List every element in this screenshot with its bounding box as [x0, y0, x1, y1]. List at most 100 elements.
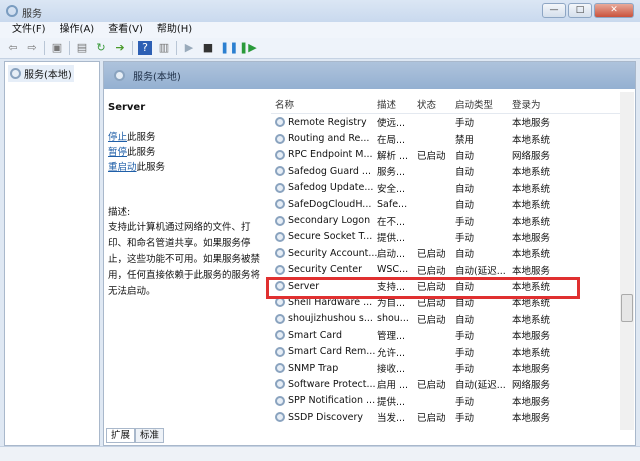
table-row[interactable]: Shell Hardware ... 为自... 已启动 自动 本地系统	[271, 294, 623, 310]
cell: 本地系统	[512, 134, 551, 146]
pause-service-link[interactable]: 暂停	[108, 147, 127, 158]
cell: 本地服务	[512, 118, 551, 130]
description-label: 描述:	[108, 207, 131, 218]
cell: 已启动	[417, 282, 446, 294]
cell: 已启动	[417, 298, 446, 310]
cell: 自动	[455, 167, 475, 179]
cell: 允许...	[377, 347, 406, 359]
service-icon	[275, 379, 285, 390]
cell: 自动	[455, 183, 475, 195]
cell: 手动	[455, 413, 475, 425]
table-row[interactable]: Smart Card 管理... 手动 本地服务	[271, 327, 623, 343]
cell: 为自...	[377, 298, 406, 310]
help-icon[interactable]: ?	[138, 41, 152, 55]
stop-service-link[interactable]: 停止	[108, 132, 127, 143]
tab-extended[interactable]: 扩展	[106, 428, 136, 443]
menu-help[interactable]: 帮助(H)	[157, 22, 192, 38]
column-name[interactable]: 名称	[271, 97, 377, 111]
cell: 手动	[455, 216, 475, 228]
table-row[interactable]: Software Protect... 启用 ... 已启动 自动(延迟... 网络服务	[271, 376, 623, 392]
column-description[interactable]: 描述	[377, 97, 417, 111]
table-row[interactable]: shoujizhushou s... shou... 已启动 自动 本地系统	[271, 311, 623, 327]
cell-name: Secure Socket T...	[271, 231, 377, 242]
close-button[interactable]: ✕	[594, 3, 634, 18]
service-icon	[275, 182, 285, 193]
cell: 使远...	[377, 118, 406, 130]
column-startup-type[interactable]: 启动类型	[455, 97, 512, 111]
service-name: Software Protect...	[288, 378, 376, 390]
tab-standard[interactable]: 标准	[135, 428, 165, 443]
maximize-button[interactable]: □	[568, 3, 592, 18]
cell-name: Shell Hardware ...	[271, 297, 377, 308]
tree-item-label: 服务(本地)	[24, 70, 72, 81]
refresh-icon[interactable]: ↻	[94, 41, 108, 55]
table-row[interactable]: Safedog Update... 安全... 自动 本地系统	[271, 180, 623, 196]
export-icon[interactable]: ➔	[113, 41, 127, 55]
cell: WSC...	[377, 264, 409, 276]
forward-icon[interactable]: ⇨	[25, 41, 39, 55]
restart-service-link[interactable]: 重启动	[108, 162, 137, 173]
tree-item-services-local[interactable]: 服务(本地)	[8, 65, 74, 82]
menu-bar: 文件(F) 操作(A) 查看(V) 帮助(H)	[0, 22, 640, 38]
cell: Safe...	[377, 198, 408, 210]
panel-title: 服务(本地)	[133, 72, 181, 83]
service-name: Smart Card	[288, 329, 342, 341]
table-row[interactable]: SNMP Trap 接收... 手动 本地服务	[271, 360, 623, 376]
cell: 已启动	[417, 249, 446, 261]
table-row[interactable]: Remote Registry 使远... 手动 本地服务	[271, 114, 623, 130]
service-name: SNMP Trap	[288, 362, 339, 374]
table-row[interactable]: Routing and Re... 在局... 禁用 本地系统	[271, 130, 623, 146]
back-icon[interactable]: ⇦	[6, 41, 20, 55]
scrollbar-thumb[interactable]	[621, 294, 633, 322]
console-tree-icon[interactable]: ▣	[50, 41, 64, 55]
cell: 本地系统	[512, 314, 551, 326]
properties-icon[interactable]: ▤	[75, 41, 89, 55]
table-row[interactable]: Safedog Guard ... 服务... 自动 本地系统	[271, 163, 623, 179]
pause-icon[interactable]: ❚❚	[220, 41, 238, 55]
restart-icon[interactable]: ❚▶	[239, 41, 257, 55]
column-log-on-as[interactable]: 登录为	[512, 97, 582, 111]
cell: 已启动	[417, 413, 446, 425]
cell: 网络服务	[512, 380, 551, 392]
service-icon	[275, 199, 285, 210]
cell: 本地服务	[512, 265, 551, 277]
view-icon[interactable]: ▥	[157, 41, 171, 55]
vertical-scrollbar[interactable]	[620, 92, 634, 430]
service-name: Security Center	[288, 264, 363, 276]
menu-file[interactable]: 文件(F)	[12, 22, 46, 38]
table-row[interactable]: Secure Socket T... 提供... 手动 本地服务	[271, 229, 623, 245]
cell: 已启动	[417, 314, 446, 326]
service-name: Server	[288, 280, 320, 292]
service-name: Secondary Logon	[288, 215, 371, 227]
services-icon	[114, 70, 125, 81]
minimize-button[interactable]: —	[542, 3, 566, 18]
table-row[interactable]: RPC Endpoint M... 解析 ... 已启动 自动 网络服务	[271, 147, 623, 163]
cell: shou...	[377, 313, 409, 325]
stop-icon[interactable]: ■	[201, 41, 215, 55]
cell-name: Remote Registry	[271, 117, 377, 128]
column-status[interactable]: 状态	[417, 97, 455, 111]
start-icon[interactable]: ▶	[182, 41, 196, 55]
description-text: 支持此计算机通过网络的文件、打印、和命名管道共享。如果服务停止，这些功能不可用。…	[108, 222, 261, 297]
table-row[interactable]: Server 支持... 已启动 自动 本地系统	[271, 278, 623, 294]
cell: 网络服务	[512, 150, 551, 162]
table-row[interactable]: SPP Notification ... 提供... 手动 本地服务	[271, 393, 623, 409]
table-row[interactable]: Security Center WSC... 已启动 自动(延迟... 本地服务	[271, 262, 623, 278]
cell: 自动	[455, 282, 475, 294]
cell: 本地系统	[512, 167, 551, 179]
cell: 提供...	[377, 232, 406, 244]
services-list: 名称 描述 状态 启动类型 登录为 Remote Registry 使远... 手动…	[271, 94, 623, 425]
menu-view[interactable]: 查看(V)	[108, 22, 143, 38]
services-icon	[10, 68, 21, 79]
table-row[interactable]: Secondary Logon 在不... 手动 本地系统	[271, 212, 623, 228]
service-icon	[275, 346, 285, 357]
table-row[interactable]: Smart Card Rem... 允许... 手动 本地系统	[271, 343, 623, 359]
table-row[interactable]: Security Account... 启动... 已启动 自动 本地系统	[271, 245, 623, 261]
table-row[interactable]: SSDP Discovery 当发... 已启动 手动 本地服务	[271, 409, 623, 425]
cell: 手动	[455, 118, 475, 130]
action-text: 此服务	[136, 162, 166, 173]
menu-action[interactable]: 操作(A)	[60, 22, 95, 38]
cell: 启动...	[377, 249, 406, 261]
table-row[interactable]: SafeDogCloudH... Safe... 自动 本地系统	[271, 196, 623, 212]
service-icon	[275, 133, 285, 144]
